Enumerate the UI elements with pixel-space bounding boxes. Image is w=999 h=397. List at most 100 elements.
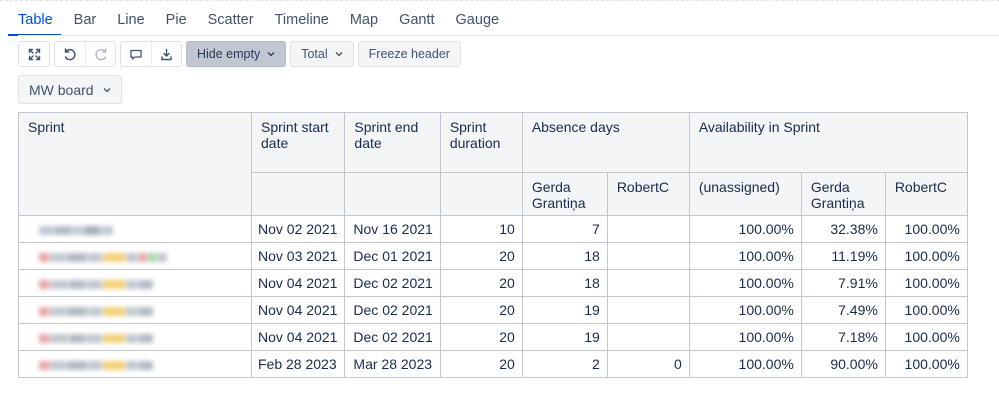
chevron-down-icon (335, 51, 343, 57)
cell-availability-unassigned: 100.00% (688, 296, 802, 324)
cell-end-date: Dec 02 2021 (344, 296, 441, 324)
expand-icon[interactable] (19, 42, 49, 66)
cell-end-date: Dec 01 2021 (344, 242, 441, 270)
tab-pie[interactable]: Pie (166, 8, 187, 35)
cell-availability-gerda: 7.49% (800, 296, 886, 324)
tab-map[interactable]: Map (350, 8, 378, 35)
header-sprint[interactable]: Sprint (18, 112, 252, 216)
subheader-absence-gerda[interactable]: Gerda Grantiņa (521, 172, 608, 216)
redacted-text (39, 221, 244, 237)
comment-icon[interactable] (121, 42, 151, 66)
redacted-text (39, 329, 244, 345)
tab-timeline[interactable]: Timeline (275, 8, 329, 35)
cell-absence-gerda: 19 (521, 323, 608, 351)
header-empty (439, 172, 523, 216)
cell-duration: 20 (439, 242, 523, 270)
cell-start-date: Nov 03 2021 (250, 242, 346, 270)
cell-availability-robert: 100.00% (884, 350, 968, 378)
cell-end-date: Nov 16 2021 (344, 215, 441, 243)
cell-end-date: Dec 02 2021 (344, 269, 441, 297)
cell-sprint-name-redacted[interactable] (18, 215, 252, 243)
board-select-label: MW board (29, 81, 94, 98)
header-empty (250, 172, 346, 216)
cell-start-date: Feb 28 2023 (250, 350, 346, 378)
hide-empty-label: Hide empty (197, 47, 261, 61)
redacted-text (39, 356, 244, 372)
undo-icon[interactable] (55, 42, 85, 66)
cell-sprint-name-redacted[interactable] (18, 350, 252, 378)
hide-empty-button[interactable]: Hide empty (186, 41, 287, 67)
table-row: Nov 04 2021 Dec 02 2021 20 19 100.00% 7.18% 10… (18, 323, 968, 351)
cell-availability-unassigned: 100.00% (688, 215, 802, 243)
tab-line[interactable]: Line (117, 8, 144, 35)
header-sprint-end-date[interactable]: Sprint end date (344, 112, 441, 173)
tab-gauge[interactable]: Gauge (456, 8, 500, 35)
cell-sprint-name-redacted[interactable] (18, 296, 252, 324)
cell-availability-unassigned: 100.00% (688, 350, 802, 378)
view-icon-group (18, 41, 50, 67)
tab-bar[interactable]: Bar (74, 8, 97, 35)
tab-table[interactable]: Table (8, 8, 61, 36)
cell-absence-gerda: 2 (521, 350, 608, 378)
share-icon-group (120, 41, 182, 67)
board-select[interactable]: MW board (18, 75, 122, 104)
cell-duration: 20 (439, 350, 523, 378)
cell-absence-gerda: 19 (521, 296, 608, 324)
download-icon[interactable] (151, 42, 181, 66)
table-row: Nov 03 2021 Dec 01 2021 20 18 100.00% 11.19% 1… (18, 242, 968, 270)
cell-start-date: Nov 04 2021 (250, 323, 346, 351)
cell-start-date: Nov 02 2021 (250, 215, 346, 243)
total-button[interactable]: Total (290, 41, 354, 67)
subheader-availability-unassigned[interactable]: (unassigned) (688, 172, 802, 216)
toolbar: Hide empty Total Freeze header (18, 41, 465, 67)
report-table: Sprint Sprint start date Sprint end date… (18, 112, 968, 378)
cell-absence-robert (606, 242, 690, 270)
cell-absence-robert (606, 269, 690, 297)
cell-availability-gerda: 7.91% (800, 269, 886, 297)
subheader-availability-robert[interactable]: RobertC (884, 172, 968, 216)
cell-absence-robert (606, 215, 690, 243)
cell-start-date: Nov 04 2021 (250, 269, 346, 297)
cell-availability-gerda: 7.18% (800, 323, 886, 351)
header-sprint-start-date[interactable]: Sprint start date (250, 112, 346, 173)
header-empty (344, 172, 441, 216)
cell-duration: 20 (439, 323, 523, 351)
header-sprint-duration[interactable]: Sprint duration (439, 112, 523, 173)
cell-absence-robert: 0 (606, 350, 690, 378)
cell-availability-robert: 100.00% (884, 242, 968, 270)
redacted-text (39, 275, 244, 291)
freeze-header-button[interactable]: Freeze header (357, 41, 461, 67)
cell-availability-robert: 100.00% (884, 269, 968, 297)
redacted-text (39, 248, 244, 264)
tabs-divider (18, 35, 999, 36)
cell-end-date: Mar 28 2023 (344, 350, 441, 378)
cell-start-date: Nov 04 2021 (250, 296, 346, 324)
total-label: Total (301, 47, 328, 61)
cell-sprint-name-redacted[interactable] (18, 242, 252, 270)
redacted-text (39, 302, 244, 318)
cell-absence-gerda: 18 (521, 269, 608, 297)
cell-absence-robert (606, 296, 690, 324)
tab-gantt[interactable]: Gantt (399, 8, 434, 35)
subheader-availability-gerda[interactable]: Gerda Grantiņa (800, 172, 886, 216)
cell-sprint-name-redacted[interactable] (18, 323, 252, 351)
cell-availability-unassigned: 100.00% (688, 242, 802, 270)
subheader-absence-robert[interactable]: RobertC (606, 172, 690, 216)
cell-availability-gerda: 32.38% (800, 215, 886, 243)
cell-absence-gerda: 7 (521, 215, 608, 243)
cell-duration: 20 (439, 269, 523, 297)
cell-end-date: Dec 02 2021 (344, 323, 441, 351)
redo-icon[interactable] (85, 42, 115, 66)
header-absence-days[interactable]: Absence days (521, 112, 690, 173)
cell-availability-robert: 100.00% (884, 296, 968, 324)
top-divider (0, 0, 999, 1)
cell-availability-unassigned: 100.00% (688, 323, 802, 351)
tab-scatter[interactable]: Scatter (208, 8, 254, 35)
history-icon-group (54, 41, 116, 67)
cell-availability-unassigned: 100.00% (688, 269, 802, 297)
cell-sprint-name-redacted[interactable] (18, 269, 252, 297)
table-row: Feb 28 2023 Mar 28 2023 20 2 0 100.00% 90.00% 1… (18, 350, 968, 378)
header-availability[interactable]: Availability in Sprint (688, 112, 968, 173)
cell-duration: 10 (439, 215, 523, 243)
table-row: Nov 02 2021 Nov 16 2021 10 7 100.00% 32.38% 10… (18, 215, 968, 243)
